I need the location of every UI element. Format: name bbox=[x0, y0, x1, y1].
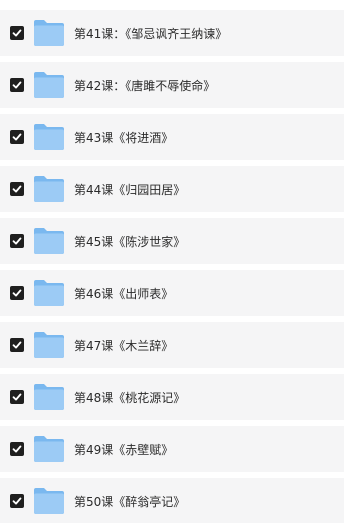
folder-name: 第50课《醉翁亭记》 bbox=[74, 494, 186, 509]
folder-name: 第43课《将进酒》 bbox=[74, 130, 174, 145]
checkbox[interactable] bbox=[10, 182, 24, 196]
checkbox[interactable] bbox=[10, 26, 24, 40]
checkmark-icon bbox=[12, 393, 22, 401]
folder-name: 第45课《陈涉世家》 bbox=[74, 234, 186, 249]
checkmark-icon bbox=[12, 445, 22, 453]
list-item[interactable]: 第49课《赤壁赋》 bbox=[0, 426, 344, 472]
folder-icon bbox=[33, 331, 65, 359]
folder-name: 第44课《归园田居》 bbox=[74, 182, 186, 197]
list-item[interactable]: 第44课《归园田居》 bbox=[0, 166, 344, 212]
checkbox[interactable] bbox=[10, 286, 24, 300]
folder-name: 第48课《桃花源记》 bbox=[74, 390, 186, 405]
list-item[interactable]: 第42课：《唐雎不辱使命》 bbox=[0, 62, 344, 108]
folder-name: 第41课：《邹忌讽齐王纳谏》 bbox=[74, 26, 228, 41]
checkbox[interactable] bbox=[10, 442, 24, 456]
folder-name: 第49课《赤壁赋》 bbox=[74, 442, 174, 457]
checkbox[interactable] bbox=[10, 78, 24, 92]
folder-icon bbox=[33, 279, 65, 307]
checkmark-icon bbox=[12, 185, 22, 193]
folder-icon bbox=[33, 71, 65, 99]
list-item[interactable]: 第50课《醉翁亭记》 bbox=[0, 478, 344, 523]
list-item[interactable]: 第47课《木兰辞》 bbox=[0, 322, 344, 368]
folder-icon bbox=[33, 123, 65, 151]
list-item[interactable]: 第45课《陈涉世家》 bbox=[0, 218, 344, 264]
checkmark-icon bbox=[12, 81, 22, 89]
checkbox[interactable] bbox=[10, 390, 24, 404]
checkmark-icon bbox=[12, 133, 22, 141]
list-item[interactable]: 第46课《出师表》 bbox=[0, 270, 344, 316]
folder-name: 第42课：《唐雎不辱使命》 bbox=[74, 78, 216, 93]
folder-name: 第47课《木兰辞》 bbox=[74, 338, 174, 353]
checkbox[interactable] bbox=[10, 338, 24, 352]
checkmark-icon bbox=[12, 341, 22, 349]
list-item[interactable]: 第48课《桃花源记》 bbox=[0, 374, 344, 420]
checkbox[interactable] bbox=[10, 494, 24, 508]
folder-icon bbox=[33, 383, 65, 411]
checkbox[interactable] bbox=[10, 130, 24, 144]
list-item[interactable]: 第43课《将进酒》 bbox=[0, 114, 344, 160]
list-item[interactable]: 第41课：《邹忌讽齐王纳谏》 bbox=[0, 10, 344, 56]
folder-icon bbox=[33, 175, 65, 203]
checkmark-icon bbox=[12, 497, 22, 505]
folder-name: 第46课《出师表》 bbox=[74, 286, 174, 301]
folder-icon bbox=[33, 227, 65, 255]
folder-icon bbox=[33, 487, 65, 515]
checkmark-icon bbox=[12, 29, 22, 37]
folder-list: 第41课：《邹忌讽齐王纳谏》 第42课：《唐雎不辱使命》 第43课《将进酒》 第… bbox=[0, 0, 344, 523]
folder-icon bbox=[33, 435, 65, 463]
checkmark-icon bbox=[12, 237, 22, 245]
folder-icon bbox=[33, 19, 65, 47]
checkmark-icon bbox=[12, 289, 22, 297]
checkbox[interactable] bbox=[10, 234, 24, 248]
